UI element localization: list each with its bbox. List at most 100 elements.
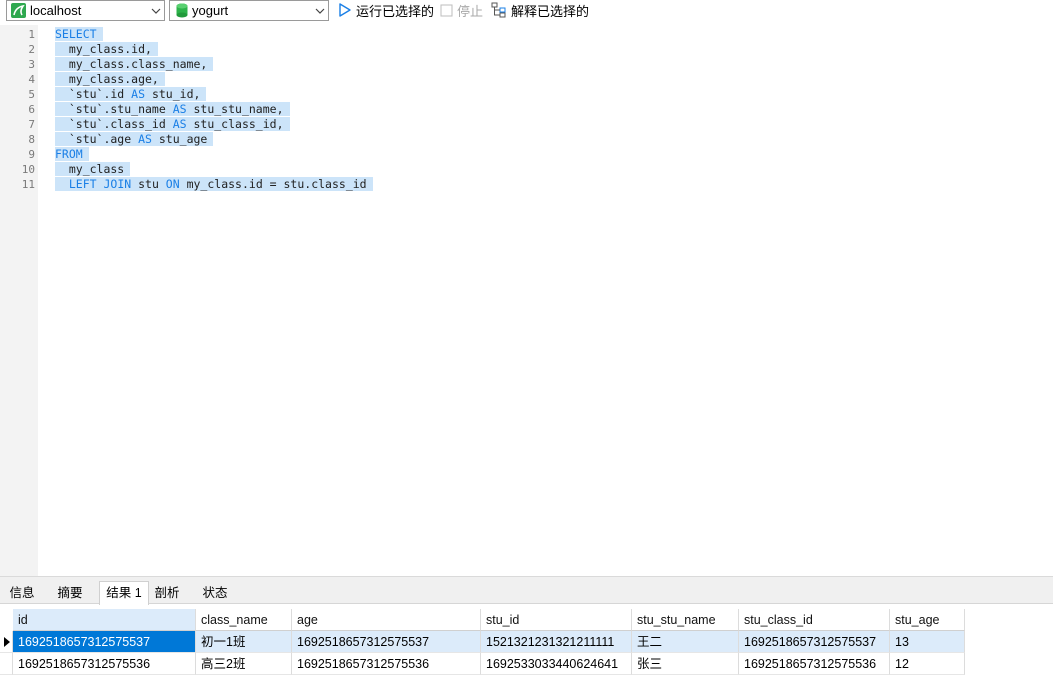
- play-icon: [339, 3, 351, 17]
- code-line: `stu`.class_id AS stu_class_id,: [55, 117, 290, 132]
- code-line: my_class: [55, 162, 131, 177]
- column-header-stu-stu-name[interactable]: stu_stu_name: [632, 609, 739, 631]
- line-number: 9: [28, 148, 35, 161]
- cell-stu-class-id[interactable]: 1692518657312575537: [739, 631, 890, 653]
- tab-summary[interactable]: 摘要: [50, 582, 90, 604]
- database-icon: [176, 3, 188, 18]
- column-header-stu-id[interactable]: stu_id: [481, 609, 632, 631]
- sql-keyword: AS: [172, 102, 187, 116]
- line-number: 2: [28, 43, 35, 56]
- stop-icon: [440, 4, 453, 16]
- code-line: LEFT JOIN stu ON my_class.id = stu.class…: [55, 177, 373, 192]
- sql-text: my_class: [55, 162, 125, 176]
- table-row[interactable]: 1692518657312575536 高三2班 169251865731257…: [0, 653, 965, 675]
- line-number: 5: [28, 88, 35, 101]
- selected-text: my_class.age,: [55, 72, 165, 86]
- current-row-indicator: [0, 631, 13, 653]
- tab-status[interactable]: 状态: [196, 582, 234, 604]
- sql-text: my_class.id = stu.class_id: [179, 177, 367, 191]
- sql-keyword: FROM: [55, 147, 83, 161]
- column-header-id[interactable]: id: [13, 609, 196, 631]
- selected-text: `stu`.stu_name AS stu_stu_name,: [55, 102, 290, 116]
- cell-stu-id[interactable]: 1521321231321211111: [481, 631, 632, 653]
- sql-keyword: AS: [138, 132, 152, 146]
- selected-text: my_class.class_name,: [55, 57, 214, 71]
- sql-keyword: SELECT: [55, 27, 97, 41]
- line-number-gutter: 1 2 3 4 5 6 7 8 9 10 11: [0, 25, 38, 576]
- selected-text: SELECT: [55, 27, 103, 41]
- selected-text: my_class.id,: [55, 42, 158, 56]
- column-header-age[interactable]: age: [292, 609, 481, 631]
- connection-name: localhost: [30, 3, 82, 18]
- sql-text: my_class.class_name,: [55, 57, 208, 71]
- result-tabbar: 信息 摘要 结果 1 剖析 状态: [0, 580, 1053, 605]
- line-number: 1: [28, 28, 35, 41]
- tab-result-1[interactable]: 结果 1: [99, 581, 149, 605]
- run-selected-button[interactable]: 运行已选择的: [338, 0, 434, 20]
- cell-class-name[interactable]: 初一1班: [196, 631, 292, 653]
- chevron-down-icon: [151, 8, 161, 14]
- code-line: my_class.id,: [55, 42, 158, 57]
- line-number: 10: [21, 163, 35, 176]
- tab-info[interactable]: 信息: [4, 582, 40, 604]
- table-row[interactable]: 1692518657312575537 初一1班 169251865731257…: [0, 631, 965, 653]
- line-number: 4: [28, 73, 35, 86]
- code-line: `stu`.id AS stu_id,: [55, 87, 207, 102]
- sql-keyword: ON: [165, 177, 180, 191]
- cell-stu-stu-name[interactable]: 王二: [632, 631, 739, 653]
- cell-stu-age[interactable]: 12: [890, 653, 965, 675]
- database-select[interactable]: yogurt: [169, 0, 329, 21]
- sql-keyword: AS: [131, 87, 146, 101]
- code-line: my_class.class_name,: [55, 57, 214, 72]
- cell-stu-class-id[interactable]: 1692518657312575536: [739, 653, 890, 675]
- selected-text: `stu`.age AS stu_age: [55, 132, 214, 146]
- sql-text: `stu`.class_id: [55, 117, 173, 131]
- cell-id[interactable]: 1692518657312575536: [13, 653, 196, 675]
- sql-text: `stu`.stu_name: [55, 102, 173, 116]
- sql-editor[interactable]: 1 2 3 4 5 6 7 8 9 10 11 SELECT my_class.id, my_cla…: [0, 25, 1053, 576]
- database-name: yogurt: [192, 3, 229, 18]
- sql-text: stu_class_id,: [186, 117, 284, 131]
- run-selected-label: 运行已选择的: [356, 3, 435, 19]
- cell-age[interactable]: 1692518657312575536: [292, 653, 481, 675]
- sql-keyword: AS: [172, 117, 187, 131]
- code-line: `stu`.stu_name AS stu_stu_name,: [55, 102, 290, 117]
- tab-profile[interactable]: 剖析: [150, 582, 184, 604]
- cell-age[interactable]: 1692518657312575537: [292, 631, 481, 653]
- cell-stu-age[interactable]: 13: [890, 631, 965, 653]
- stop-button[interactable]: 停止: [440, 0, 483, 20]
- cell-id[interactable]: 1692518657312575537: [13, 631, 196, 653]
- line-number: 3: [28, 58, 35, 71]
- code-line: SELECT: [55, 27, 103, 42]
- explain-icon: [491, 2, 506, 18]
- selected-text: `stu`.id AS stu_id,: [55, 87, 207, 101]
- sql-text: stu_id,: [145, 87, 201, 101]
- sql-keyword: LEFT JOIN: [68, 177, 132, 191]
- explain-selected-button[interactable]: 解释已选择的: [491, 0, 589, 20]
- sql-text: stu_age: [151, 132, 208, 146]
- code-line: my_class.age,: [55, 72, 165, 87]
- sql-text: stu: [131, 177, 166, 191]
- cell-class-name[interactable]: 高三2班: [196, 653, 292, 675]
- stop-label: 停止: [457, 3, 484, 19]
- query-toolbar: localhost yogurt 运行已选择的 停止 解释已选择的: [0, 0, 1053, 22]
- selected-text: `stu`.class_id AS stu_class_id,: [55, 117, 290, 131]
- column-header-stu-age[interactable]: stu_age: [890, 609, 965, 631]
- row-indicator: [0, 653, 13, 675]
- column-header-class-name[interactable]: class_name: [196, 609, 292, 631]
- sql-text: my_class.id,: [55, 42, 152, 56]
- code-line: FROM: [55, 147, 89, 162]
- connection-select[interactable]: localhost: [6, 0, 165, 21]
- grid-header-row: id class_name age stu_id stu_stu_name st…: [0, 609, 965, 631]
- cell-stu-id[interactable]: 1692533033440624641: [481, 653, 632, 675]
- line-number: 6: [28, 103, 35, 116]
- current-row-arrow-icon: [4, 637, 10, 647]
- cell-stu-stu-name[interactable]: 张三: [632, 653, 739, 675]
- explain-selected-label: 解释已选择的: [511, 3, 590, 19]
- selected-text: my_class: [55, 162, 131, 176]
- column-header-stu-class-id[interactable]: stu_class_id: [739, 609, 890, 631]
- sql-text: my_class.age,: [55, 72, 159, 86]
- selected-text: LEFT JOIN stu ON my_class.id = stu.class…: [55, 177, 373, 191]
- line-number: 11: [21, 178, 35, 191]
